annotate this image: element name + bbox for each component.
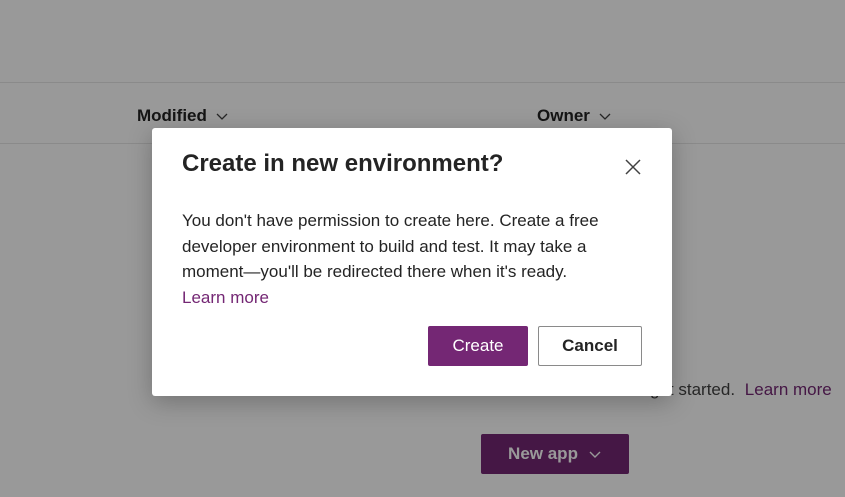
dialog-body: You don't have permission to create here… <box>182 208 632 310</box>
dialog-message: You don't have permission to create here… <box>182 211 599 281</box>
dialog-title: Create in new environment? <box>182 150 504 177</box>
create-button[interactable]: Create <box>428 326 528 366</box>
learn-more-link[interactable]: Learn more <box>182 285 632 311</box>
create-environment-dialog: Create in new environment? You don't hav… <box>152 128 672 396</box>
app-page: Modified Owner get started. Learn more N… <box>0 0 845 497</box>
close-button[interactable] <box>618 152 648 182</box>
cancel-button[interactable]: Cancel <box>538 326 642 366</box>
close-icon <box>625 159 641 175</box>
